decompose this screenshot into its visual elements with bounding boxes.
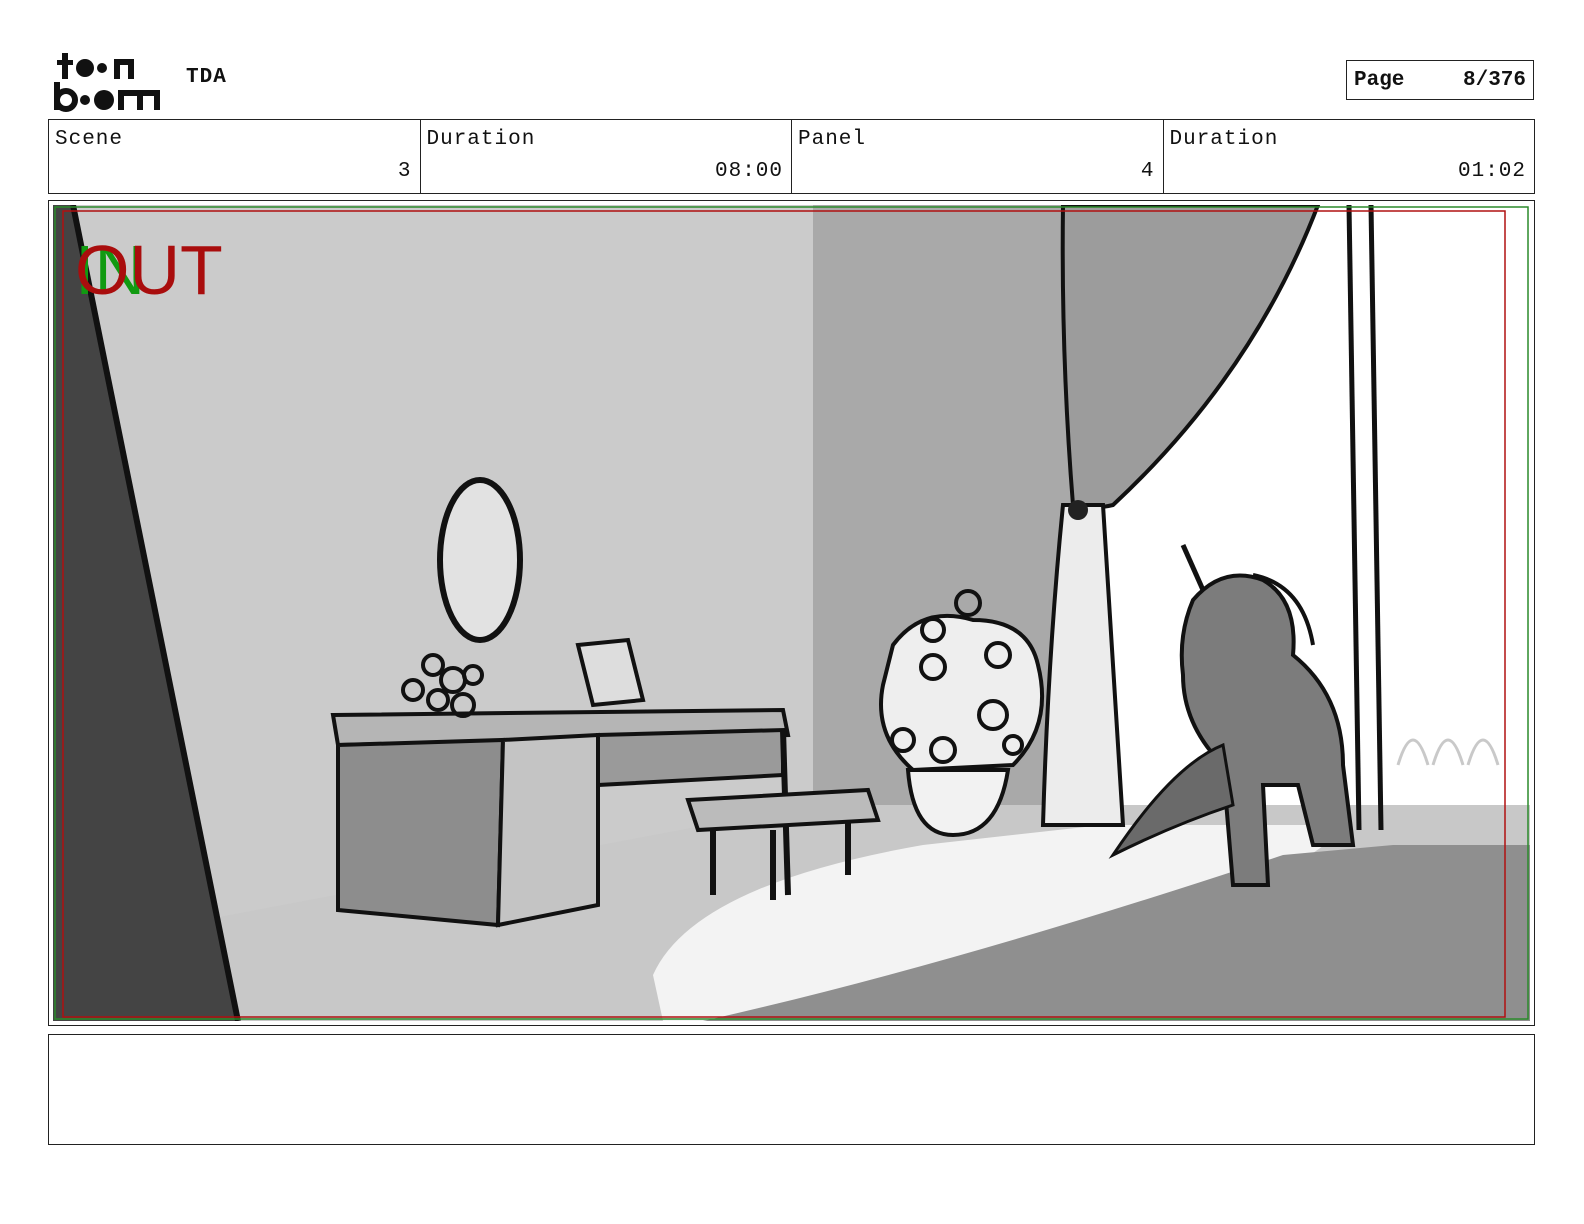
panel-cell: Panel 4	[792, 120, 1164, 193]
panel-duration-cell: Duration 01:02	[1164, 120, 1535, 193]
storyboard-sketch	[53, 205, 1530, 1021]
toon-boom-logo	[52, 50, 164, 112]
scene-duration-cell: Duration 08:00	[421, 120, 792, 193]
scene-duration-label: Duration	[426, 128, 536, 151]
out-marker: OUT	[75, 231, 223, 309]
scene-duration-value: 08:00	[714, 160, 783, 183]
scene-label: Scene	[55, 128, 124, 151]
panel-duration-label: Duration	[1169, 128, 1279, 151]
scene-cell: Scene 3	[49, 120, 421, 193]
panel-value: 4	[1140, 160, 1155, 183]
project-title: TDA	[186, 66, 227, 89]
scene-value: 3	[397, 160, 412, 183]
page-label: Page	[1354, 68, 1405, 92]
panel-info-row: Scene 3 Duration 08:00 Panel 4 Duration …	[48, 119, 1535, 194]
panel-duration-value: 01:02	[1457, 160, 1526, 183]
page-number: 8/376	[1462, 68, 1526, 92]
storyboard-frame: IN OUT	[48, 200, 1535, 1026]
page-indicator: Page 8/376	[1346, 60, 1534, 100]
panel-notes-box[interactable]	[48, 1034, 1535, 1145]
panel-label: Panel	[798, 128, 867, 151]
